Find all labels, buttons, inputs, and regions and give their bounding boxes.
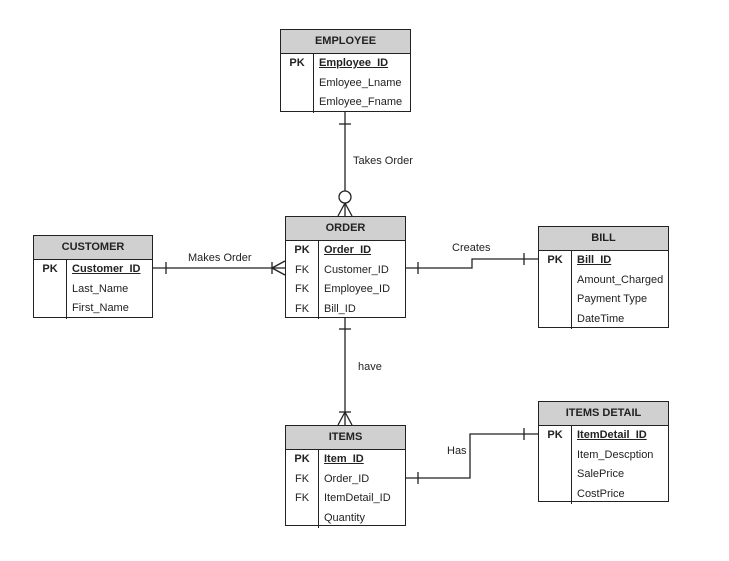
key-type (281, 93, 314, 113)
key-type (281, 73, 314, 93)
label-creates: Creates (452, 242, 491, 254)
attribute-name: Customer_ID (72, 263, 141, 275)
key-type (34, 279, 67, 299)
label-takes-order: Takes Order (353, 155, 413, 167)
attribute-row: Emloyee_Lname (281, 73, 410, 93)
attribute-name: Item_ID (324, 453, 364, 465)
employee-order-line (337, 111, 353, 217)
attribute-name: Order_ID (324, 244, 372, 256)
attribute-row: First_Name (34, 299, 152, 319)
label-have: have (358, 361, 382, 373)
entity-employee[interactable]: EMPLOYEE PK Employee_ID Emloyee_Lname Emloye… (280, 29, 411, 113)
attribute-row: FK Customer_ID (286, 260, 405, 280)
key-type (34, 299, 67, 319)
label-makes-order: Makes Order (188, 252, 252, 264)
attribute-name: Bill_ID (577, 254, 612, 266)
attribute-name: Employee_ID (319, 57, 389, 69)
attribute-name: Last_Name (72, 282, 129, 295)
items-itemsdetail-line (406, 428, 538, 484)
key-type: PK (281, 54, 314, 74)
attribute-row: FK Bill_ID (286, 299, 405, 319)
attribute-row: PK Employee_ID (281, 54, 410, 74)
attribute-row: Payment Type (539, 290, 668, 310)
entity-bill[interactable]: BILL PK Bill_ID Amount_Charged Payment Type D… (538, 226, 669, 329)
entity-body: PK Customer_ID Last_Name First_Name (34, 260, 152, 319)
key-type: PK (539, 251, 572, 271)
attribute-name: Item_Descption (577, 448, 654, 461)
entity-order[interactable]: ORDER PK Order_ID FK Customer_ID FK Employee_I… (285, 216, 406, 319)
key-type: FK (286, 260, 319, 280)
key-type: PK (286, 450, 319, 470)
entity-title: ORDER (286, 217, 405, 241)
attribute-name: Bill_ID (324, 302, 356, 315)
key-type (539, 484, 572, 504)
key-type: PK (34, 260, 67, 280)
attribute-row: DateTime (539, 309, 668, 329)
attribute-name: Order_ID (324, 472, 370, 485)
key-type: FK (286, 280, 319, 300)
entity-title: ITEMS (286, 426, 405, 450)
entity-items[interactable]: ITEMS PK Item_ID FK Order_ID FK ItemDetail_ID Q… (285, 425, 406, 528)
order-items-line (337, 317, 353, 426)
key-type (539, 290, 572, 310)
entity-customer[interactable]: CUSTOMER PK Customer_ID Last_Name First_Name (33, 235, 153, 319)
attribute-row: Quantity (286, 508, 405, 528)
key-type (539, 465, 572, 485)
key-type: FK (286, 489, 319, 509)
order-bill-line (406, 253, 538, 274)
key-type (539, 309, 572, 329)
attribute-name: Quantity (324, 511, 365, 524)
attribute-name: Payment Type (577, 293, 648, 305)
attribute-name: ItemDetail_ID (324, 492, 391, 504)
attribute-row: Last_Name (34, 279, 152, 299)
entity-title: BILL (539, 227, 668, 251)
attribute-row: FK Order_ID (286, 469, 405, 489)
key-type (286, 508, 319, 528)
key-type (539, 270, 572, 290)
key-type: FK (286, 299, 319, 319)
key-type: PK (539, 426, 572, 446)
entity-body: PK Bill_ID Amount_Charged Payment Type DateT… (539, 251, 668, 329)
attribute-row: FK Employee_ID (286, 280, 405, 300)
attribute-row: FK ItemDetail_ID (286, 489, 405, 509)
attribute-row: PK Bill_ID (539, 251, 668, 271)
entity-body: PK Employee_ID Emloyee_Lname Emloyee_Fname (281, 54, 410, 113)
attribute-name: CostPrice (577, 487, 625, 500)
attribute-name: Employee_ID (324, 283, 391, 295)
attribute-row: PK Order_ID (286, 241, 405, 261)
attribute-row: Item_Descption (539, 445, 668, 465)
attribute-name: Customer_ID (324, 263, 389, 276)
key-type: FK (286, 469, 319, 489)
attribute-name: Emloyee_Fname (319, 96, 403, 108)
attribute-name: Amount_Charged (577, 273, 664, 286)
attribute-row: SalePrice (539, 465, 668, 485)
entity-title: ITEMS DETAIL (539, 402, 668, 426)
attribute-row: Amount_Charged (539, 270, 668, 290)
entity-body: PK Item_ID FK Order_ID FK ItemDetail_ID Quanti… (286, 450, 405, 528)
label-has: Has (447, 445, 467, 457)
attribute-name: SalePrice (577, 468, 625, 480)
attribute-row: PK Customer_ID (34, 260, 152, 280)
key-type (539, 445, 572, 465)
attribute-row: PK Item_ID (286, 450, 405, 470)
attribute-row: PK ItemDetail_ID (539, 426, 668, 446)
entity-title: EMPLOYEE (281, 30, 410, 54)
attribute-row: CostPrice (539, 484, 668, 504)
entity-items-detail[interactable]: ITEMS DETAIL PK ItemDetail_ID Item_Descptio… (538, 401, 669, 504)
entity-title: CUSTOMER (34, 236, 152, 260)
attribute-name: Emloyee_Lname (319, 76, 402, 89)
attribute-name: First_Name (72, 302, 129, 314)
attribute-row: Emloyee_Fname (281, 93, 410, 113)
entity-body: PK Order_ID FK Customer_ID FK Employee_ID FK Bi… (286, 241, 405, 319)
attribute-name: ItemDetail_ID (577, 429, 647, 441)
attribute-name: DateTime (577, 312, 625, 325)
entity-body: PK ItemDetail_ID Item_Descption SalePrice Co… (539, 426, 668, 504)
key-type: PK (286, 241, 319, 261)
